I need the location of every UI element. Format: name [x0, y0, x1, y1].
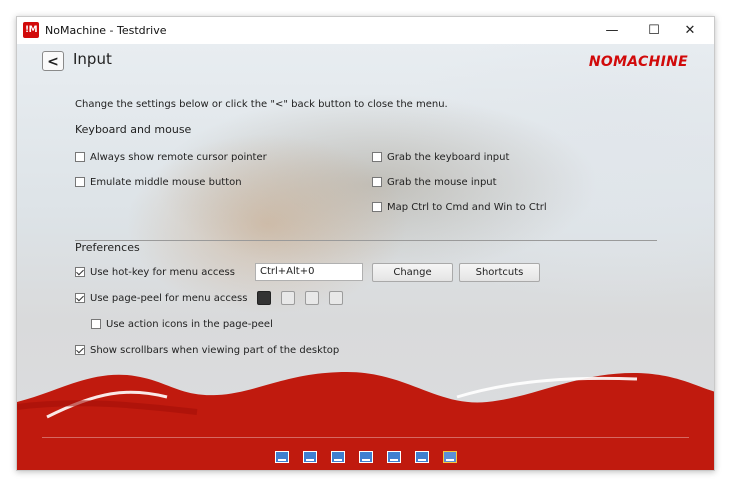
footer-divider	[42, 437, 689, 438]
section-divider	[75, 240, 657, 241]
emulate-middle-button-checkbox[interactable]	[75, 177, 85, 187]
map-ctrl-checkbox[interactable]	[372, 202, 382, 212]
page-peel-bottom-right-icon[interactable]	[281, 291, 295, 305]
intro-text: Change the settings below or click the "…	[75, 99, 448, 110]
shortcuts-button[interactable]: Shortcuts	[459, 263, 540, 282]
page-peel-top-left-icon[interactable]	[257, 291, 271, 305]
scrollbars-checkbox[interactable]	[75, 345, 85, 355]
close-button[interactable]: ✕	[672, 17, 708, 44]
grab-mouse-checkbox[interactable]	[372, 177, 382, 187]
action-icons-checkbox[interactable]	[91, 319, 101, 329]
window-title: NoMachine - Testdrive	[45, 24, 167, 37]
resize-icon[interactable]	[302, 450, 317, 463]
grab-keyboard-checkbox[interactable]	[372, 152, 382, 162]
maximize-button[interactable]: ☐	[636, 17, 672, 44]
change-button[interactable]: Change	[372, 263, 453, 282]
settings-icon[interactable]	[442, 450, 457, 463]
scale-icon[interactable]	[330, 450, 345, 463]
fullscreen-icon[interactable]	[386, 450, 401, 463]
display-icon[interactable]	[414, 450, 429, 463]
preferences-section-title: Preferences	[75, 241, 140, 254]
hotkey-checkbox[interactable]	[75, 267, 85, 277]
keyboard-icon[interactable]	[358, 450, 373, 463]
footer-toolbar	[17, 446, 714, 463]
keyboard-section-title: Keyboard and mouse	[75, 123, 192, 136]
page-title: Input	[73, 50, 112, 68]
always-show-cursor-checkbox[interactable]	[75, 152, 85, 162]
minimize-button[interactable]: —	[594, 17, 630, 44]
page-peel-checkbox[interactable]	[75, 293, 85, 303]
page-peel-bottom-left-icon[interactable]	[305, 291, 319, 305]
settings-panel: < Input NOMACHINE Change the settings be…	[17, 44, 714, 470]
nomachine-app-icon: !M	[23, 22, 39, 38]
title-bar[interactable]: !M NoMachine - Testdrive — ☐ ✕	[17, 17, 714, 44]
back-button[interactable]: <	[42, 51, 64, 71]
fit-icon[interactable]	[274, 450, 289, 463]
hotkey-input[interactable]: Ctrl+Alt+0	[255, 263, 363, 281]
nomachine-logo: NOMACHINE	[588, 54, 688, 70]
app-window: !M NoMachine - Testdrive — ☐ ✕ < Input N…	[16, 16, 715, 471]
page-peel-top-right-icon[interactable]	[329, 291, 343, 305]
